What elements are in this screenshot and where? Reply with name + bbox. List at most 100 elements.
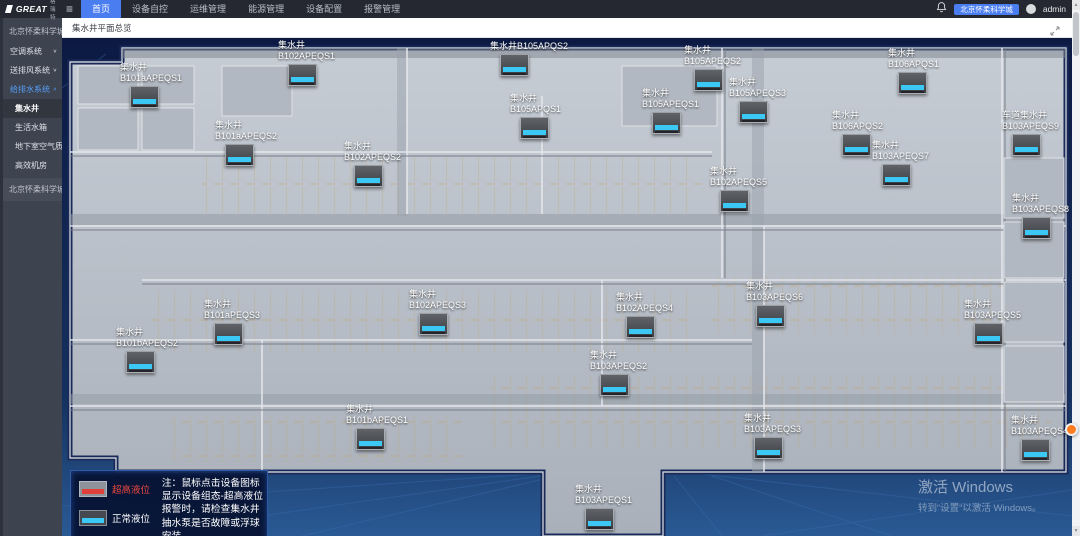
sump-marker-B102APEQS4[interactable]: 集水井B102APEQS4 [616, 292, 673, 338]
sump-marker-B103APEQS4[interactable]: 集水井B103APEQS4 [1011, 415, 1068, 461]
marker-title: 集水井 [575, 484, 632, 495]
water-level-device-icon[interactable] [1021, 439, 1050, 461]
sump-marker-B101bAPEQS1[interactable]: 集水井B101bAPEQS1 [346, 404, 408, 450]
sidebar-item-4[interactable]: 集水井 [3, 99, 62, 118]
sump-marker-B105APQS1[interactable]: 集水井B105APQS1 [510, 93, 561, 139]
sump-marker-B103APEQS2[interactable]: 集水井B103APEQS2 [590, 350, 647, 396]
water-level-device-icon[interactable] [419, 313, 448, 335]
sump-marker-B105APEQS1[interactable]: 集水井B105APEQS1 [642, 88, 699, 134]
sidebar-group-2[interactable]: 送排风系统∨ [3, 61, 62, 80]
sidebar-item-6[interactable]: 地下室空气质量 [3, 137, 62, 156]
marker-title: 集水井 [346, 404, 408, 415]
nav-tab-4[interactable]: 设备配置 [295, 0, 353, 18]
water-level-device-icon[interactable] [898, 72, 927, 94]
water-level-device-icon[interactable] [1022, 217, 1051, 239]
water-level-device-icon[interactable] [214, 323, 243, 345]
water-level-device-icon[interactable] [720, 190, 749, 212]
marker-code: B103APEQS5 [964, 310, 1021, 321]
sump-marker-B102APEQS3[interactable]: 集水井B102APEQS3 [409, 289, 466, 335]
water-level-device-icon[interactable] [652, 112, 681, 134]
fullscreen-icon[interactable] [1050, 23, 1060, 41]
water-level-device-icon[interactable] [842, 134, 871, 156]
sump-marker-B103APEQS9[interactable]: 车道集水井B103APEQS9 [1002, 110, 1059, 156]
water-level-device-icon[interactable] [520, 117, 549, 139]
marker-title: 集水井 [710, 166, 767, 177]
water-level-device-icon[interactable] [1012, 134, 1041, 156]
marker-code: B101bAPEQS2 [116, 338, 178, 349]
water-level-device-icon[interactable] [126, 351, 155, 373]
legend-rows: 超高液位正常液位 [79, 477, 155, 536]
water-level-device-icon[interactable] [694, 69, 723, 91]
breadcrumb-bar: 集水井平面总览 [62, 18, 1072, 38]
menu-collapse-icon[interactable]: ≡ [66, 0, 73, 18]
sidebar-group-1[interactable]: 空调系统∨ [3, 42, 62, 61]
sump-marker-B103APEQS3[interactable]: 集水井B103APEQS3 [744, 413, 801, 459]
site-badge[interactable]: 北京怀柔科学城 [954, 4, 1019, 15]
marker-title: 集水井 [120, 62, 182, 73]
legend-note: 注：鼠标点击设备图标显示设备组态-超高液位报警时，请检查集水井抽水泵是否故障或浮… [162, 477, 263, 536]
marker-title: 集水井 [872, 140, 929, 151]
note-line-3: 抽水泵是否故障或浮球 [162, 517, 263, 530]
water-level-device-icon[interactable] [356, 428, 385, 450]
marker-title: 集水井 [1011, 415, 1068, 426]
sidebar-section-title: 北京怀柔科学城 [3, 178, 62, 201]
avatar[interactable] [1026, 4, 1036, 14]
scrollbar[interactable]: ▲ ▼ [1072, 0, 1080, 536]
nav-tab-2[interactable]: 运维管理 [179, 0, 237, 18]
water-level-device-icon[interactable] [225, 144, 254, 166]
username[interactable]: admin [1043, 4, 1066, 14]
scroll-marker-dot[interactable] [1065, 423, 1078, 436]
water-level-device-icon[interactable] [882, 164, 911, 186]
water-level-device-icon[interactable] [739, 101, 768, 123]
water-level-device-icon[interactable] [600, 374, 629, 396]
sidebar-item-5[interactable]: 生活水箱 [3, 118, 62, 137]
sump-marker-B103APEQS8[interactable]: 集水井B103APEQS8 [1012, 193, 1069, 239]
nav-tab-0[interactable]: 首页 [81, 0, 121, 18]
water-level-device-icon[interactable] [754, 437, 783, 459]
legend-stripe [82, 489, 104, 494]
scroll-up-arrow[interactable]: ▲ [1072, 0, 1080, 10]
marker-code: B102APEQS1 [278, 51, 335, 62]
nav-tab-5[interactable]: 报警管理 [353, 0, 411, 18]
sump-marker-B102APEQS2[interactable]: 集水井B102APEQS2 [344, 141, 401, 187]
scrollbar-thumb[interactable] [1073, 12, 1079, 56]
sidebar-group-label: 空调系统 [10, 46, 42, 57]
note-line-4: 安装 [162, 530, 263, 536]
water-level-device-icon[interactable] [756, 305, 785, 327]
sump-marker-B101aPEQS3[interactable]: 集水井B101aPEQS3 [204, 299, 260, 345]
water-level-device-icon[interactable] [354, 165, 383, 187]
sump-marker-集水井B105APQS2[interactable]: 集水井B105APQS2 [490, 41, 568, 76]
marker-title: 集水井 [964, 299, 1021, 310]
sump-marker-B101bAPEQS2[interactable]: 集水井B101bAPEQS2 [116, 327, 178, 373]
sump-marker-B102APEQS5[interactable]: 集水井B102APEQS5 [710, 166, 767, 212]
notification-bell-icon[interactable] [936, 0, 947, 18]
water-level-device-icon[interactable] [626, 316, 655, 338]
sump-marker-B101aAPEQS1[interactable]: 集水井B101aAPEQS1 [120, 62, 182, 108]
water-level-device-icon[interactable] [288, 64, 317, 86]
marker-code: B103APEQS7 [872, 151, 929, 162]
nav-tab-1[interactable]: 设备自控 [121, 0, 179, 18]
water-level-device-icon[interactable] [974, 323, 1003, 345]
sump-marker-B103APEQS7[interactable]: 集水井B103APEQS7 [872, 140, 929, 186]
sidebar-item-7[interactable]: 高效机房 [3, 156, 62, 175]
water-level-device-icon[interactable] [130, 86, 159, 108]
legend-item-0: 超高液位 [79, 481, 155, 497]
sump-marker-B103APEQS1[interactable]: 集水井B103APEQS1 [575, 484, 632, 530]
water-level-device-icon[interactable] [500, 54, 529, 76]
marker-title: 集水井 [616, 292, 673, 303]
marker-title: 集水井 [278, 40, 335, 51]
sump-marker-B101aAPEQS2[interactable]: 集水井B101aAPEQS2 [215, 120, 277, 166]
sump-marker-B102APEQS1[interactable]: 集水井B102APEQS1 [278, 40, 335, 86]
legend-panel: 超高液位正常液位 注：鼠标点击设备图标显示设备组态-超高液位报警时，请检查集水井… [70, 470, 268, 536]
water-level-device-icon[interactable] [585, 508, 614, 530]
marker-code: B103APEQS8 [1012, 204, 1069, 215]
tab-sump-plan-overview[interactable]: 集水井平面总览 [62, 22, 142, 34]
sump-marker-B106APQS1[interactable]: 集水井B106APQS1 [888, 48, 939, 94]
sump-marker-B103APEQS6[interactable]: 集水井B103APEQS6 [746, 281, 803, 327]
sump-marker-B105APEQS3[interactable]: 集水井B105APEQS3 [729, 77, 786, 123]
nav-tabs: 首页设备自控运维管理能源管理设备配置报警管理 [81, 0, 411, 18]
sump-marker-B103APEQS5[interactable]: 集水井B103APEQS5 [964, 299, 1021, 345]
nav-tab-3[interactable]: 能源管理 [237, 0, 295, 18]
scroll-down-arrow[interactable]: ▼ [1072, 526, 1080, 536]
sidebar-group-3[interactable]: 给排水系统∧ [3, 80, 62, 99]
